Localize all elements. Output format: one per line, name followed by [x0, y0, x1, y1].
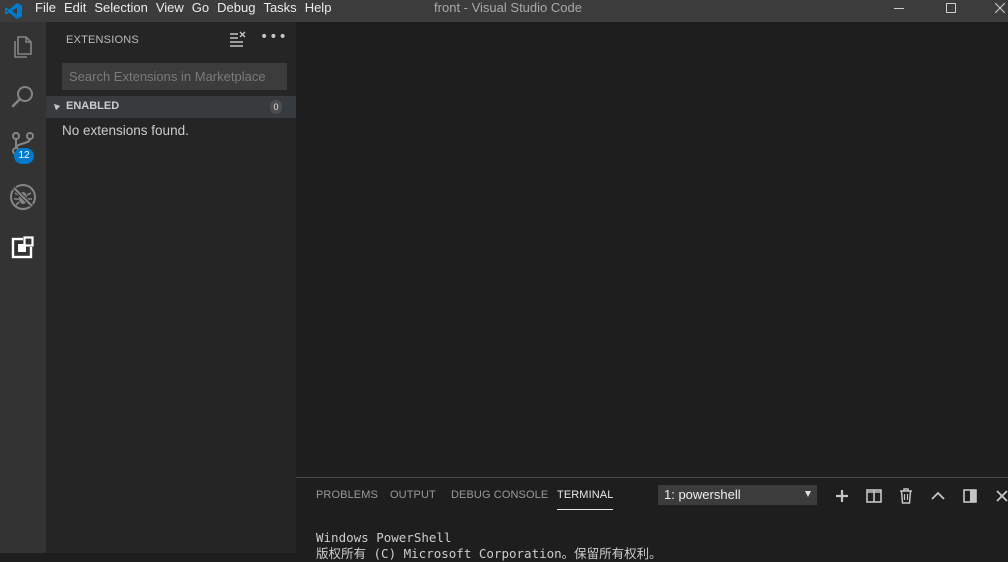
minimize-icon — [894, 8, 904, 9]
menu-file[interactable]: File — [31, 0, 60, 22]
extensions-search-input[interactable] — [62, 63, 287, 90]
editor-area[interactable] — [296, 22, 1008, 477]
maximize-panel-button[interactable] — [929, 487, 947, 505]
panel-layout-icon — [963, 489, 977, 503]
split-icon — [866, 489, 882, 503]
extensions-sidebar: EXTENSIONS ••• ENABLED 0 No extensions f… — [46, 22, 296, 553]
enabled-section-header[interactable]: ENABLED 0 — [46, 96, 296, 118]
more-actions-button[interactable]: ••• — [260, 30, 287, 48]
sidebar-title: EXTENSIONS — [66, 34, 139, 46]
tab-debug-console[interactable]: DEBUG CONSOLE — [451, 489, 548, 501]
menu-bar: File Edit Selection View Go Debug Tasks … — [31, 0, 335, 22]
extensions-icon — [11, 236, 34, 259]
files-icon — [14, 36, 32, 58]
menu-selection[interactable]: Selection — [90, 0, 151, 22]
terminal-output[interactable]: Windows PowerShell 版权所有 (C) Microsoft Cor… — [316, 530, 662, 562]
minimize-button[interactable] — [876, 0, 922, 16]
plus-icon — [836, 490, 848, 502]
menu-edit[interactable]: Edit — [60, 0, 90, 22]
terminal-line: Windows PowerShell — [316, 530, 452, 545]
ellipsis-icon: ••• — [260, 29, 288, 45]
bottom-panel: PROBLEMS OUTPUT DEBUG CONSOLE TERMINAL 1… — [296, 477, 1008, 561]
close-window-button[interactable] — [977, 0, 1008, 16]
collapse-arrow-icon — [51, 101, 61, 111]
vscode-logo-icon — [4, 2, 24, 20]
terminal-select-value: 1: powershell — [664, 487, 741, 502]
menu-go[interactable]: Go — [188, 0, 213, 22]
toggle-panel-position-button[interactable] — [961, 487, 979, 505]
kill-terminal-button[interactable] — [897, 487, 915, 505]
close-icon — [995, 3, 1005, 13]
tab-problems[interactable]: PROBLEMS — [316, 489, 378, 501]
activity-bar: 12 — [0, 22, 46, 553]
debug-icon — [10, 184, 36, 210]
tab-output[interactable]: OUTPUT — [390, 489, 436, 501]
terminal-line: 版权所有 (C) Microsoft Corporation。保留所有权利。 — [316, 546, 662, 561]
section-count-badge: 0 — [270, 100, 282, 114]
clear-list-icon — [230, 31, 246, 47]
chevron-up-icon — [931, 491, 945, 500]
split-terminal-button[interactable] — [865, 487, 883, 505]
trash-icon — [900, 488, 912, 504]
clear-extensions-button[interactable] — [229, 31, 247, 49]
maximize-button[interactable] — [928, 0, 974, 16]
menu-tasks[interactable]: Tasks — [259, 0, 300, 22]
menu-help[interactable]: Help — [301, 0, 336, 22]
new-terminal-button[interactable] — [833, 487, 851, 505]
title-bar: File Edit Selection View Go Debug Tasks … — [0, 0, 1008, 22]
close-panel-button[interactable] — [993, 487, 1008, 505]
maximize-icon — [946, 3, 956, 13]
terminal-select[interactable]: 1: powershell — [658, 485, 817, 505]
source-control-badge: 12 — [14, 148, 34, 164]
empty-message: No extensions found. — [62, 123, 189, 138]
close-icon — [996, 490, 1008, 502]
chevron-down-icon — [805, 491, 811, 497]
activity-debug[interactable] — [0, 174, 46, 220]
search-icon — [11, 86, 33, 108]
activity-explorer[interactable] — [0, 24, 46, 70]
activity-extensions[interactable] — [0, 224, 46, 270]
section-label: ENABLED — [66, 100, 120, 112]
menu-debug[interactable]: Debug — [213, 0, 259, 22]
activity-search[interactable] — [0, 74, 46, 120]
menu-view[interactable]: View — [152, 0, 188, 22]
tab-terminal[interactable]: TERMINAL — [557, 489, 614, 510]
